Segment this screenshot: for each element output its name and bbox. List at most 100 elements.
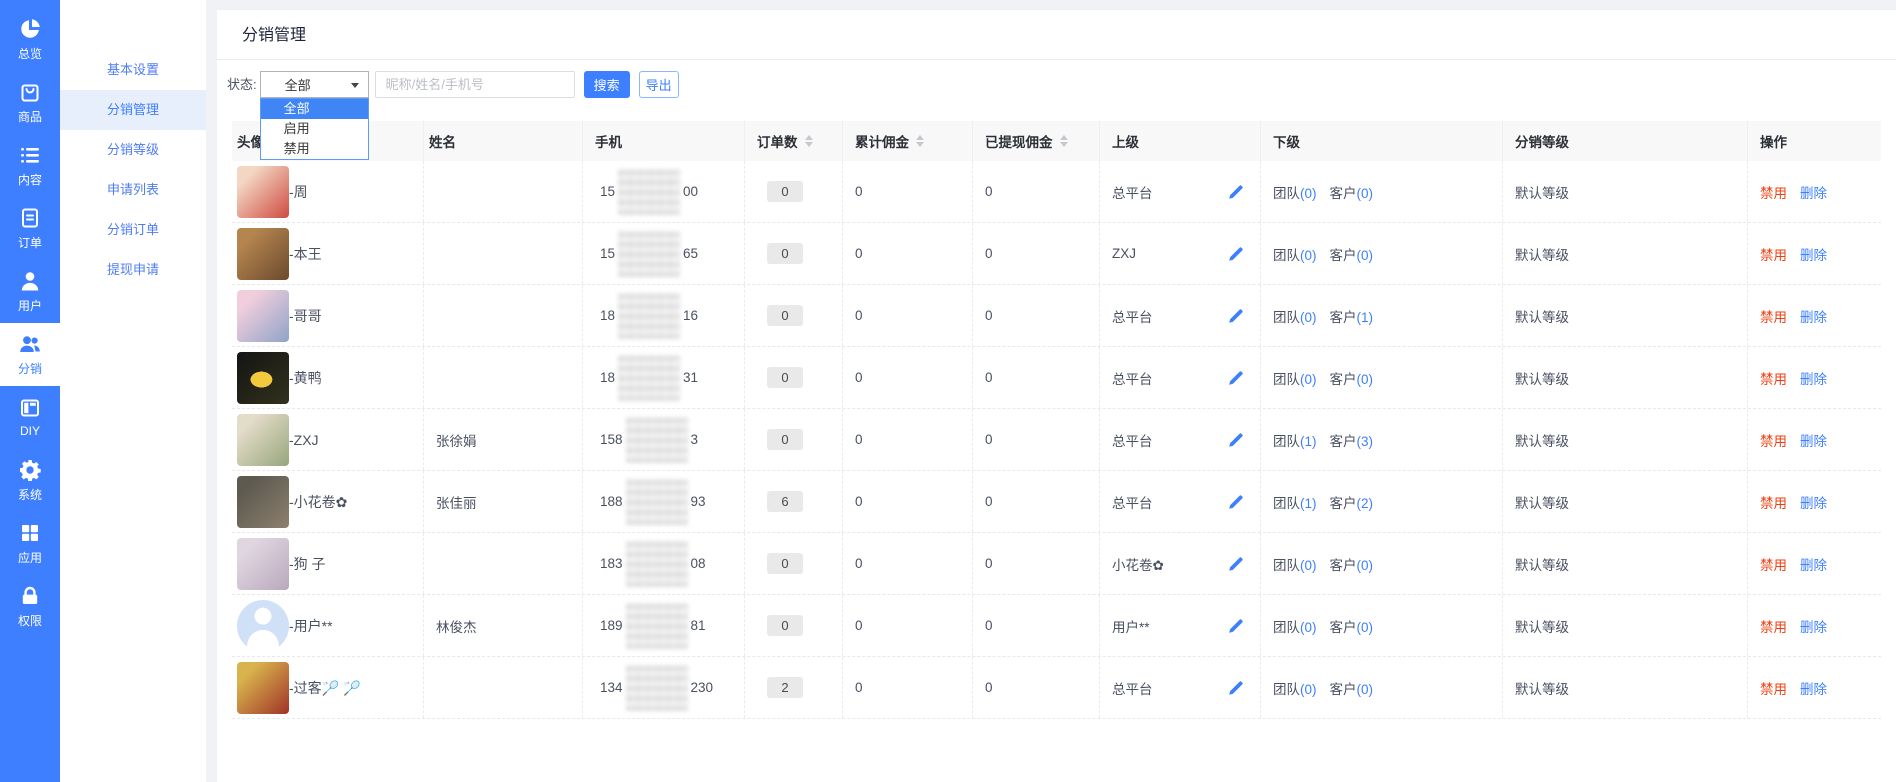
sort-arrows-icon[interactable]	[1059, 135, 1068, 147]
customer-count-link[interactable]: 客户(3)	[1330, 430, 1374, 450]
team-count-link[interactable]: 团队(0)	[1273, 368, 1317, 388]
phone-blur	[625, 664, 688, 711]
team-count-link[interactable]: 团队(0)	[1273, 616, 1317, 636]
phone-blur	[618, 230, 681, 277]
column-header-累计佣金[interactable]: 累计佣金	[843, 121, 973, 161]
orders-badge: 0	[767, 553, 803, 574]
level-cell: 默认等级	[1503, 657, 1748, 718]
submenu-item-分销等级[interactable]: 分销等级	[60, 130, 206, 170]
avatar	[237, 599, 289, 652]
delete-link[interactable]: 删除	[1800, 492, 1827, 512]
sidebar-item-用户[interactable]: 用户	[0, 260, 60, 323]
orders-badge: 0	[767, 615, 803, 636]
column-header-操作: 操作	[1760, 135, 1787, 150]
sidebar-item-订单[interactable]: 订单	[0, 197, 60, 260]
delete-link[interactable]: 删除	[1800, 678, 1827, 698]
search-input[interactable]	[374, 71, 575, 98]
orders-cell: 0	[745, 347, 843, 408]
edit-pencil-icon[interactable]	[1228, 556, 1244, 572]
customer-count-link[interactable]: 客户(0)	[1330, 244, 1374, 264]
sidebar-item-分销[interactable]: 分销	[0, 323, 60, 386]
sidebar-item-DIY[interactable]: DIY	[0, 386, 60, 449]
table-row: -过客🏸 🏸 134 230 2 0 0 总平台 团队(0) 客户(0) 默认等级 禁用 删除	[232, 657, 1881, 719]
table-row: -ZXJ 张徐娟 158 3 0 0 0 总平台 团队(1) 客户(3) 默认等级 禁用 删除	[232, 409, 1881, 471]
sidebar-item-商品[interactable]: 商品	[0, 71, 60, 134]
team-count-link[interactable]: 团队(0)	[1273, 554, 1317, 574]
disable-link[interactable]: 禁用	[1760, 678, 1787, 698]
submenu-item-分销管理[interactable]: 分销管理	[60, 90, 206, 130]
disable-link[interactable]: 禁用	[1760, 182, 1787, 202]
edit-pencil-icon[interactable]	[1228, 246, 1244, 262]
disable-link[interactable]: 禁用	[1760, 368, 1787, 388]
delete-link[interactable]: 删除	[1800, 244, 1827, 264]
disable-link[interactable]: 禁用	[1760, 616, 1787, 636]
withdrawn-cell: 0	[973, 595, 1100, 656]
team-count-link[interactable]: 团队(1)	[1273, 492, 1317, 512]
customer-count-link[interactable]: 客户(0)	[1330, 616, 1374, 636]
sidebar-item-应用[interactable]: 应用	[0, 512, 60, 575]
column-header-订单数[interactable]: 订单数	[745, 121, 843, 161]
edit-pencil-icon[interactable]	[1228, 370, 1244, 386]
disable-link[interactable]: 禁用	[1760, 554, 1787, 574]
phone-blur	[618, 292, 681, 339]
parent-cell: 总平台	[1100, 285, 1261, 346]
delete-link[interactable]: 删除	[1800, 306, 1827, 326]
submenu-item-分销订单[interactable]: 分销订单	[60, 210, 206, 250]
disable-link[interactable]: 禁用	[1760, 430, 1787, 450]
sort-arrows-icon[interactable]	[804, 135, 813, 147]
avatar	[237, 227, 289, 280]
disable-link[interactable]: 禁用	[1760, 306, 1787, 326]
status-option-全部[interactable]: 全部	[260, 99, 368, 119]
sidebar-item-权限[interactable]: 权限	[0, 575, 60, 638]
sidebar-item-系统[interactable]: 系统	[0, 449, 60, 512]
name-cell	[424, 533, 583, 594]
commission-cell: 0	[843, 471, 973, 532]
sidebar-item-label: 总览	[17, 46, 42, 61]
edit-pencil-icon[interactable]	[1228, 308, 1244, 324]
actions-cell: 禁用 删除	[1748, 223, 1881, 284]
disable-link[interactable]: 禁用	[1760, 492, 1787, 512]
column-header-已提现佣金[interactable]: 已提现佣金	[973, 121, 1100, 161]
customer-count-link[interactable]: 客户(2)	[1330, 492, 1374, 512]
search-button[interactable]: 搜索	[583, 71, 630, 98]
sidebar-item-内容[interactable]: 内容	[0, 134, 60, 197]
delete-link[interactable]: 删除	[1800, 616, 1827, 636]
edit-pencil-icon[interactable]	[1228, 184, 1244, 200]
team-count-link[interactable]: 团队(1)	[1273, 430, 1317, 450]
edit-pencil-icon[interactable]	[1228, 494, 1244, 510]
status-option-启用[interactable]: 启用	[261, 119, 368, 139]
customer-count-link[interactable]: 客户(0)	[1330, 678, 1374, 698]
actions-cell: 禁用 删除	[1748, 161, 1881, 222]
sort-arrows-icon[interactable]	[916, 135, 924, 147]
parent-cell: 用户**	[1100, 595, 1261, 656]
name-cell: 林俊杰	[424, 595, 583, 656]
export-button[interactable]: 导出	[638, 71, 679, 98]
nickname: -狗 子	[289, 555, 326, 572]
customer-count-link[interactable]: 客户(0)	[1330, 554, 1374, 574]
edit-pencil-icon[interactable]	[1228, 618, 1244, 634]
level-cell: 默认等级	[1503, 595, 1748, 656]
delete-link[interactable]: 删除	[1800, 182, 1827, 202]
delete-link[interactable]: 删除	[1800, 554, 1827, 574]
team-count-link[interactable]: 团队(0)	[1273, 182, 1317, 202]
disable-link[interactable]: 禁用	[1760, 244, 1787, 264]
submenu-item-基本设置[interactable]: 基本设置	[60, 50, 206, 90]
team-count-link[interactable]: 团队(0)	[1273, 244, 1317, 264]
sidebar-item-总览[interactable]: 总览	[0, 8, 60, 71]
table-row: -狗 子 183 08 0 0 0 小花卷✿ 团队(0) 客户(0) 默认等级 禁用 删除	[232, 533, 1881, 595]
delete-link[interactable]: 删除	[1800, 368, 1827, 388]
team-count-link[interactable]: 团队(0)	[1273, 678, 1317, 698]
customer-count-link[interactable]: 客户(1)	[1330, 306, 1374, 326]
status-option-禁用[interactable]: 禁用	[261, 139, 368, 159]
edit-pencil-icon[interactable]	[1228, 432, 1244, 448]
delete-link[interactable]: 删除	[1800, 430, 1827, 450]
customer-count-link[interactable]: 客户(0)	[1330, 368, 1374, 388]
team-count-link[interactable]: 团队(0)	[1273, 306, 1317, 326]
edit-pencil-icon[interactable]	[1228, 680, 1244, 696]
status-select[interactable]: 全部 全部 启用 禁用	[259, 71, 369, 160]
phone-blur	[618, 168, 681, 215]
nickname: -用户**	[289, 617, 333, 634]
customer-count-link[interactable]: 客户(0)	[1330, 182, 1374, 202]
submenu-item-提现申请[interactable]: 提现申请	[60, 250, 206, 290]
submenu-item-申请列表[interactable]: 申请列表	[60, 170, 206, 210]
